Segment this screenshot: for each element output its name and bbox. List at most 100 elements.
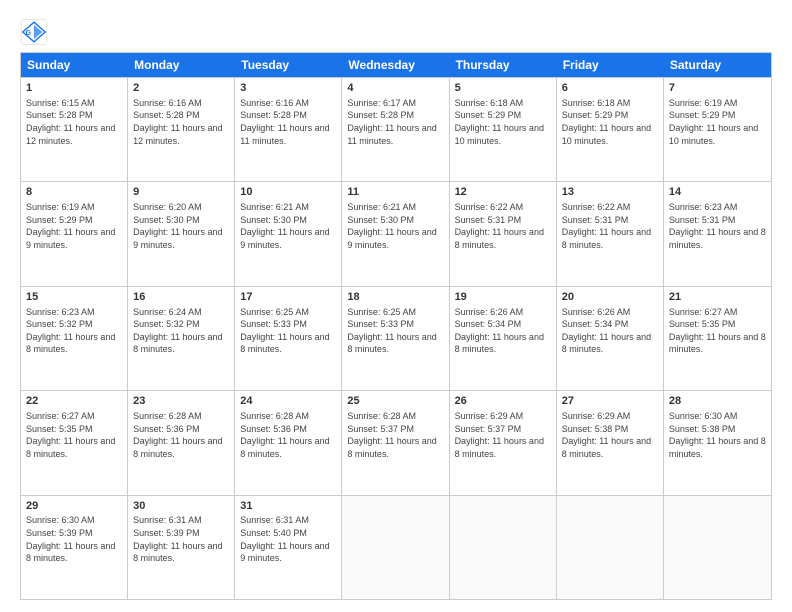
day-number: 5 — [455, 81, 551, 96]
day-number: 16 — [133, 290, 229, 305]
header: G — [20, 18, 772, 46]
cal-cell: 15Sunrise: 6:23 AM Sunset: 5:32 PM Dayli… — [21, 287, 128, 390]
cell-info: Sunrise: 6:16 AM Sunset: 5:28 PM Dayligh… — [240, 97, 336, 147]
cal-cell: 14Sunrise: 6:23 AM Sunset: 5:31 PM Dayli… — [664, 182, 771, 285]
day-number: 6 — [562, 81, 658, 96]
day-number: 8 — [26, 185, 122, 200]
cell-info: Sunrise: 6:30 AM Sunset: 5:39 PM Dayligh… — [26, 514, 122, 564]
day-number: 19 — [455, 290, 551, 305]
cell-info: Sunrise: 6:31 AM Sunset: 5:40 PM Dayligh… — [240, 514, 336, 564]
cal-cell: 23Sunrise: 6:28 AM Sunset: 5:36 PM Dayli… — [128, 391, 235, 494]
day-number: 31 — [240, 499, 336, 514]
calendar-body: 1Sunrise: 6:15 AM Sunset: 5:28 PM Daylig… — [21, 77, 771, 599]
header-day-sunday: Sunday — [21, 53, 128, 77]
day-number: 2 — [133, 81, 229, 96]
cal-cell: 27Sunrise: 6:29 AM Sunset: 5:38 PM Dayli… — [557, 391, 664, 494]
cell-info: Sunrise: 6:24 AM Sunset: 5:32 PM Dayligh… — [133, 306, 229, 356]
calendar: SundayMondayTuesdayWednesdayThursdayFrid… — [20, 52, 772, 600]
day-number: 24 — [240, 394, 336, 409]
day-number: 30 — [133, 499, 229, 514]
svg-text:G: G — [26, 30, 32, 37]
cell-info: Sunrise: 6:18 AM Sunset: 5:29 PM Dayligh… — [455, 97, 551, 147]
header-day-wednesday: Wednesday — [342, 53, 449, 77]
cell-info: Sunrise: 6:28 AM Sunset: 5:37 PM Dayligh… — [347, 410, 443, 460]
day-number: 11 — [347, 185, 443, 200]
header-day-thursday: Thursday — [450, 53, 557, 77]
cell-info: Sunrise: 6:27 AM Sunset: 5:35 PM Dayligh… — [26, 410, 122, 460]
day-number: 29 — [26, 499, 122, 514]
logo-icon: G — [20, 18, 48, 46]
day-number: 22 — [26, 394, 122, 409]
week-row-5: 29Sunrise: 6:30 AM Sunset: 5:39 PM Dayli… — [21, 495, 771, 599]
cell-info: Sunrise: 6:30 AM Sunset: 5:38 PM Dayligh… — [669, 410, 766, 460]
cell-info: Sunrise: 6:21 AM Sunset: 5:30 PM Dayligh… — [347, 201, 443, 251]
day-number: 9 — [133, 185, 229, 200]
day-number: 7 — [669, 81, 766, 96]
cal-cell: 10Sunrise: 6:21 AM Sunset: 5:30 PM Dayli… — [235, 182, 342, 285]
header-day-monday: Monday — [128, 53, 235, 77]
cal-cell: 20Sunrise: 6:26 AM Sunset: 5:34 PM Dayli… — [557, 287, 664, 390]
day-number: 26 — [455, 394, 551, 409]
day-number: 17 — [240, 290, 336, 305]
cal-cell — [664, 496, 771, 599]
cal-cell: 8Sunrise: 6:19 AM Sunset: 5:29 PM Daylig… — [21, 182, 128, 285]
cell-info: Sunrise: 6:23 AM Sunset: 5:31 PM Dayligh… — [669, 201, 766, 251]
cal-cell: 25Sunrise: 6:28 AM Sunset: 5:37 PM Dayli… — [342, 391, 449, 494]
cal-cell: 22Sunrise: 6:27 AM Sunset: 5:35 PM Dayli… — [21, 391, 128, 494]
week-row-1: 1Sunrise: 6:15 AM Sunset: 5:28 PM Daylig… — [21, 77, 771, 181]
day-number: 1 — [26, 81, 122, 96]
calendar-header: SundayMondayTuesdayWednesdayThursdayFrid… — [21, 53, 771, 77]
day-number: 18 — [347, 290, 443, 305]
day-number: 25 — [347, 394, 443, 409]
cell-info: Sunrise: 6:20 AM Sunset: 5:30 PM Dayligh… — [133, 201, 229, 251]
cal-cell — [557, 496, 664, 599]
day-number: 15 — [26, 290, 122, 305]
day-number: 27 — [562, 394, 658, 409]
cell-info: Sunrise: 6:22 AM Sunset: 5:31 PM Dayligh… — [455, 201, 551, 251]
cell-info: Sunrise: 6:26 AM Sunset: 5:34 PM Dayligh… — [562, 306, 658, 356]
cal-cell: 17Sunrise: 6:25 AM Sunset: 5:33 PM Dayli… — [235, 287, 342, 390]
cal-cell — [450, 496, 557, 599]
cal-cell: 5Sunrise: 6:18 AM Sunset: 5:29 PM Daylig… — [450, 78, 557, 181]
cell-info: Sunrise: 6:28 AM Sunset: 5:36 PM Dayligh… — [240, 410, 336, 460]
cal-cell: 30Sunrise: 6:31 AM Sunset: 5:39 PM Dayli… — [128, 496, 235, 599]
cal-cell: 21Sunrise: 6:27 AM Sunset: 5:35 PM Dayli… — [664, 287, 771, 390]
day-number: 4 — [347, 81, 443, 96]
week-row-2: 8Sunrise: 6:19 AM Sunset: 5:29 PM Daylig… — [21, 181, 771, 285]
cal-cell: 1Sunrise: 6:15 AM Sunset: 5:28 PM Daylig… — [21, 78, 128, 181]
cell-info: Sunrise: 6:17 AM Sunset: 5:28 PM Dayligh… — [347, 97, 443, 147]
day-number: 23 — [133, 394, 229, 409]
cal-cell: 7Sunrise: 6:19 AM Sunset: 5:29 PM Daylig… — [664, 78, 771, 181]
cal-cell: 4Sunrise: 6:17 AM Sunset: 5:28 PM Daylig… — [342, 78, 449, 181]
cal-cell: 16Sunrise: 6:24 AM Sunset: 5:32 PM Dayli… — [128, 287, 235, 390]
cell-info: Sunrise: 6:21 AM Sunset: 5:30 PM Dayligh… — [240, 201, 336, 251]
day-number: 28 — [669, 394, 766, 409]
cal-cell: 2Sunrise: 6:16 AM Sunset: 5:28 PM Daylig… — [128, 78, 235, 181]
week-row-4: 22Sunrise: 6:27 AM Sunset: 5:35 PM Dayli… — [21, 390, 771, 494]
day-number: 13 — [562, 185, 658, 200]
cal-cell: 9Sunrise: 6:20 AM Sunset: 5:30 PM Daylig… — [128, 182, 235, 285]
cell-info: Sunrise: 6:19 AM Sunset: 5:29 PM Dayligh… — [26, 201, 122, 251]
cal-cell: 3Sunrise: 6:16 AM Sunset: 5:28 PM Daylig… — [235, 78, 342, 181]
page: G SundayMondayTuesdayWednesdayThursdayFr… — [0, 0, 792, 612]
header-day-saturday: Saturday — [664, 53, 771, 77]
cal-cell: 11Sunrise: 6:21 AM Sunset: 5:30 PM Dayli… — [342, 182, 449, 285]
day-number: 3 — [240, 81, 336, 96]
cal-cell: 6Sunrise: 6:18 AM Sunset: 5:29 PM Daylig… — [557, 78, 664, 181]
cal-cell: 19Sunrise: 6:26 AM Sunset: 5:34 PM Dayli… — [450, 287, 557, 390]
logo: G — [20, 18, 52, 46]
cell-info: Sunrise: 6:25 AM Sunset: 5:33 PM Dayligh… — [240, 306, 336, 356]
cal-cell: 18Sunrise: 6:25 AM Sunset: 5:33 PM Dayli… — [342, 287, 449, 390]
cal-cell: 31Sunrise: 6:31 AM Sunset: 5:40 PM Dayli… — [235, 496, 342, 599]
cell-info: Sunrise: 6:29 AM Sunset: 5:37 PM Dayligh… — [455, 410, 551, 460]
cell-info: Sunrise: 6:31 AM Sunset: 5:39 PM Dayligh… — [133, 514, 229, 564]
day-number: 20 — [562, 290, 658, 305]
header-day-friday: Friday — [557, 53, 664, 77]
cell-info: Sunrise: 6:25 AM Sunset: 5:33 PM Dayligh… — [347, 306, 443, 356]
cal-cell: 29Sunrise: 6:30 AM Sunset: 5:39 PM Dayli… — [21, 496, 128, 599]
cal-cell: 12Sunrise: 6:22 AM Sunset: 5:31 PM Dayli… — [450, 182, 557, 285]
day-number: 10 — [240, 185, 336, 200]
cell-info: Sunrise: 6:23 AM Sunset: 5:32 PM Dayligh… — [26, 306, 122, 356]
cell-info: Sunrise: 6:15 AM Sunset: 5:28 PM Dayligh… — [26, 97, 122, 147]
cell-info: Sunrise: 6:28 AM Sunset: 5:36 PM Dayligh… — [133, 410, 229, 460]
